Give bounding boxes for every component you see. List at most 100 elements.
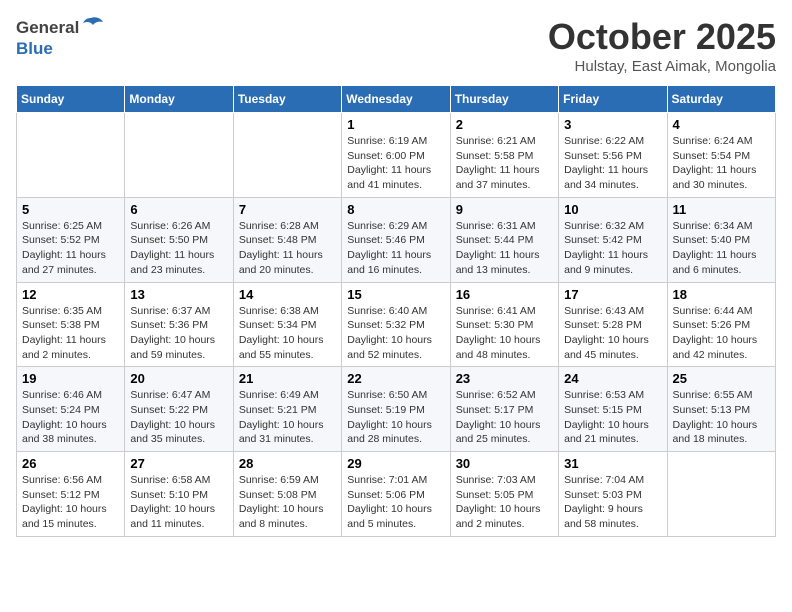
calendar-cell: 25Sunrise: 6:55 AM Sunset: 5:13 PM Dayli… <box>667 367 775 452</box>
calendar-cell: 12Sunrise: 6:35 AM Sunset: 5:38 PM Dayli… <box>17 282 125 367</box>
calendar-header-wednesday: Wednesday <box>342 86 450 113</box>
calendar-cell: 1 Sunrise: 6:19 AM Sunset: 6:00 PM Daylig… <box>342 113 450 198</box>
day-info: Sunrise: 6:28 AM Sunset: 5:48 PM Dayligh… <box>239 219 336 278</box>
day-info: Sunrise: 6:24 AM Sunset: 5:54 PM Dayligh… <box>673 134 770 193</box>
day-number: 6 <box>130 202 227 217</box>
day-info: Sunrise: 6:55 AM Sunset: 5:13 PM Dayligh… <box>673 388 770 447</box>
calendar-header-thursday: Thursday <box>450 86 558 113</box>
day-number: 2 <box>456 117 553 132</box>
calendar-cell: 18 Sunrise: 6:44 AM Sunset: 5:26 PM Dayli… <box>667 282 775 367</box>
calendar-cell: 28 Sunrise: 6:59 AM Sunset: 5:08 PM Dayli… <box>233 452 341 537</box>
calendar-cell: 14 Sunrise: 6:38 AM Sunset: 5:34 PM Dayli… <box>233 282 341 367</box>
day-info: Sunrise: 6:47 AM Sunset: 5:22 PM Dayligh… <box>130 388 227 447</box>
logo-bird-icon <box>81 16 103 39</box>
calendar-table: SundayMondayTuesdayWednesdayThursdayFrid… <box>16 85 776 537</box>
day-info: Sunrise: 6:46 AM Sunset: 5:24 PM Dayligh… <box>22 388 119 447</box>
day-number: 10 <box>564 202 661 217</box>
day-number: 5 <box>22 202 119 217</box>
calendar-cell: 9 Sunrise: 6:31 AM Sunset: 5:44 PM Daylig… <box>450 197 558 282</box>
day-info: Sunrise: 6:40 AM Sunset: 5:32 PM Dayligh… <box>347 304 444 363</box>
calendar-cell: 6 Sunrise: 6:26 AM Sunset: 5:50 PM Daylig… <box>125 197 233 282</box>
calendar-cell: 7 Sunrise: 6:28 AM Sunset: 5:48 PM Daylig… <box>233 197 341 282</box>
day-number: 20 <box>130 371 227 386</box>
day-info: Sunrise: 6:26 AM Sunset: 5:50 PM Dayligh… <box>130 219 227 278</box>
calendar-cell: 5 Sunrise: 6:25 AM Sunset: 5:52 PM Daylig… <box>17 197 125 282</box>
day-number: 22 <box>347 371 444 386</box>
calendar-cell: 10 Sunrise: 6:32 AM Sunset: 5:42 PM Dayli… <box>559 197 667 282</box>
month-title: October 2025 <box>548 16 776 58</box>
day-number: 14 <box>239 287 336 302</box>
day-number: 4 <box>673 117 770 132</box>
page-header: General Blue October 2025 Hulstay, East … <box>16 16 776 75</box>
day-info: Sunrise: 6:43 AM Sunset: 5:28 PM Dayligh… <box>564 304 661 363</box>
calendar-cell <box>667 452 775 537</box>
day-number: 8 <box>347 202 444 217</box>
calendar-cell: 22 Sunrise: 6:50 AM Sunset: 5:19 PM Dayli… <box>342 367 450 452</box>
logo-general: General <box>16 18 79 38</box>
day-info: Sunrise: 6:44 AM Sunset: 5:26 PM Dayligh… <box>673 304 770 363</box>
calendar-cell: 8 Sunrise: 6:29 AM Sunset: 5:46 PM Daylig… <box>342 197 450 282</box>
calendar-week-row: 1 Sunrise: 6:19 AM Sunset: 6:00 PM Daylig… <box>17 113 776 198</box>
calendar-cell: 16Sunrise: 6:41 AM Sunset: 5:30 PM Dayli… <box>450 282 558 367</box>
day-info: Sunrise: 6:32 AM Sunset: 5:42 PM Dayligh… <box>564 219 661 278</box>
calendar-cell: 27 Sunrise: 6:58 AM Sunset: 5:10 PM Dayli… <box>125 452 233 537</box>
day-number: 23 <box>456 371 553 386</box>
calendar-cell: 23 Sunrise: 6:52 AM Sunset: 5:17 PM Dayli… <box>450 367 558 452</box>
day-info: Sunrise: 6:34 AM Sunset: 5:40 PM Dayligh… <box>673 219 770 278</box>
day-info: Sunrise: 6:29 AM Sunset: 5:46 PM Dayligh… <box>347 219 444 278</box>
calendar-cell: 21 Sunrise: 6:49 AM Sunset: 5:21 PM Dayli… <box>233 367 341 452</box>
calendar-cell: 19 Sunrise: 6:46 AM Sunset: 5:24 PM Dayli… <box>17 367 125 452</box>
title-block: October 2025 Hulstay, East Aimak, Mongol… <box>548 16 776 75</box>
day-info: Sunrise: 6:49 AM Sunset: 5:21 PM Dayligh… <box>239 388 336 447</box>
calendar-cell: 29Sunrise: 7:01 AM Sunset: 5:06 PM Dayli… <box>342 452 450 537</box>
day-info: Sunrise: 6:37 AM Sunset: 5:36 PM Dayligh… <box>130 304 227 363</box>
day-info: Sunrise: 6:19 AM Sunset: 6:00 PM Dayligh… <box>347 134 444 193</box>
calendar-week-row: 26Sunrise: 6:56 AM Sunset: 5:12 PM Dayli… <box>17 452 776 537</box>
calendar-header-tuesday: Tuesday <box>233 86 341 113</box>
day-info: Sunrise: 6:38 AM Sunset: 5:34 PM Dayligh… <box>239 304 336 363</box>
day-number: 3 <box>564 117 661 132</box>
calendar-cell: 30 Sunrise: 7:03 AM Sunset: 5:05 PM Dayli… <box>450 452 558 537</box>
day-info: Sunrise: 6:22 AM Sunset: 5:56 PM Dayligh… <box>564 134 661 193</box>
day-number: 17 <box>564 287 661 302</box>
calendar-header-friday: Friday <box>559 86 667 113</box>
day-number: 11 <box>673 202 770 217</box>
day-number: 27 <box>130 456 227 471</box>
day-number: 29 <box>347 456 444 471</box>
day-number: 21 <box>239 371 336 386</box>
day-info: Sunrise: 7:04 AM Sunset: 5:03 PM Dayligh… <box>564 473 661 532</box>
calendar-week-row: 19 Sunrise: 6:46 AM Sunset: 5:24 PM Dayli… <box>17 367 776 452</box>
calendar-header-row: SundayMondayTuesdayWednesdayThursdayFrid… <box>17 86 776 113</box>
day-number: 1 <box>347 117 444 132</box>
location-subtitle: Hulstay, East Aimak, Mongolia <box>548 58 776 75</box>
day-number: 30 <box>456 456 553 471</box>
day-info: Sunrise: 7:03 AM Sunset: 5:05 PM Dayligh… <box>456 473 553 532</box>
calendar-cell: 17 Sunrise: 6:43 AM Sunset: 5:28 PM Dayli… <box>559 282 667 367</box>
calendar-header-monday: Monday <box>125 86 233 113</box>
day-number: 16 <box>456 287 553 302</box>
day-number: 7 <box>239 202 336 217</box>
day-number: 28 <box>239 456 336 471</box>
calendar-cell: 24Sunrise: 6:53 AM Sunset: 5:15 PM Dayli… <box>559 367 667 452</box>
day-info: Sunrise: 6:21 AM Sunset: 5:58 PM Dayligh… <box>456 134 553 193</box>
calendar-cell: 31Sunrise: 7:04 AM Sunset: 5:03 PM Dayli… <box>559 452 667 537</box>
day-info: Sunrise: 6:50 AM Sunset: 5:19 PM Dayligh… <box>347 388 444 447</box>
day-number: 13 <box>130 287 227 302</box>
day-info: Sunrise: 6:31 AM Sunset: 5:44 PM Dayligh… <box>456 219 553 278</box>
calendar-header-saturday: Saturday <box>667 86 775 113</box>
calendar-cell: 15Sunrise: 6:40 AM Sunset: 5:32 PM Dayli… <box>342 282 450 367</box>
day-info: Sunrise: 6:59 AM Sunset: 5:08 PM Dayligh… <box>239 473 336 532</box>
calendar-week-row: 12Sunrise: 6:35 AM Sunset: 5:38 PM Dayli… <box>17 282 776 367</box>
day-number: 18 <box>673 287 770 302</box>
day-number: 24 <box>564 371 661 386</box>
day-info: Sunrise: 6:25 AM Sunset: 5:52 PM Dayligh… <box>22 219 119 278</box>
calendar-week-row: 5 Sunrise: 6:25 AM Sunset: 5:52 PM Daylig… <box>17 197 776 282</box>
day-number: 9 <box>456 202 553 217</box>
day-number: 19 <box>22 371 119 386</box>
logo: General Blue <box>16 16 103 59</box>
day-info: Sunrise: 6:58 AM Sunset: 5:10 PM Dayligh… <box>130 473 227 532</box>
day-info: Sunrise: 6:52 AM Sunset: 5:17 PM Dayligh… <box>456 388 553 447</box>
calendar-cell: 11 Sunrise: 6:34 AM Sunset: 5:40 PM Dayli… <box>667 197 775 282</box>
calendar-cell: 4 Sunrise: 6:24 AM Sunset: 5:54 PM Daylig… <box>667 113 775 198</box>
calendar-cell: 3 Sunrise: 6:22 AM Sunset: 5:56 PM Daylig… <box>559 113 667 198</box>
